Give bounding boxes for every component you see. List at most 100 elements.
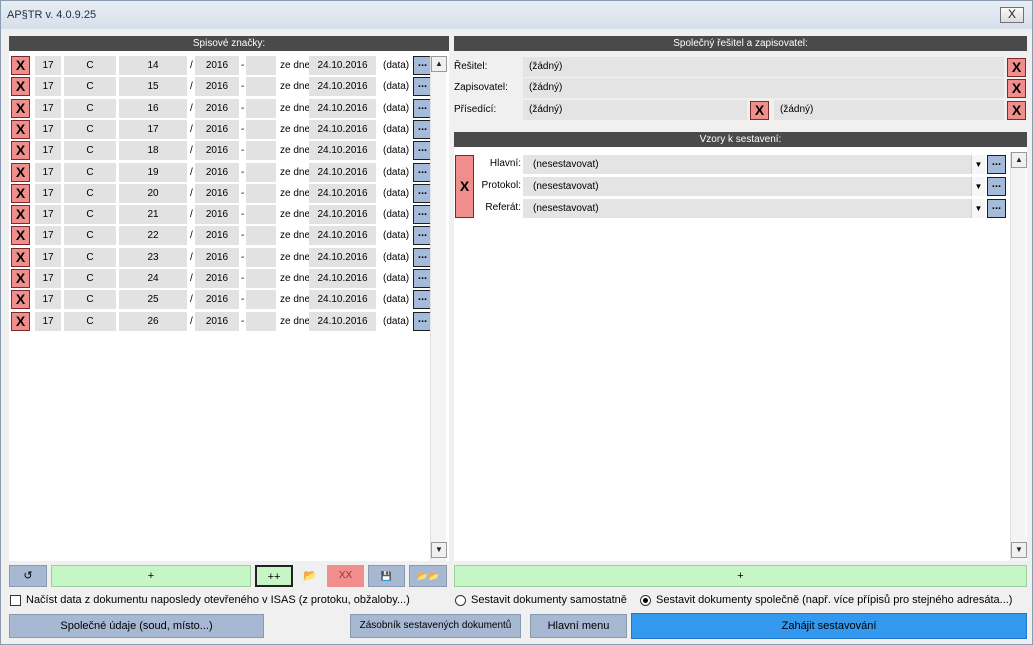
resitel-field[interactable]: (žádný): [523, 57, 1004, 77]
date-field[interactable]: 24.10.2016: [309, 99, 376, 118]
number-field[interactable]: 20: [119, 184, 187, 203]
date-field[interactable]: 24.10.2016: [309, 120, 376, 139]
senate-field[interactable]: 17: [35, 120, 61, 139]
delete-row-button[interactable]: X: [11, 269, 30, 288]
delete-row-button[interactable]: X: [11, 77, 30, 96]
refresh-button[interactable]: ↺: [9, 565, 47, 587]
scroll-down-icon[interactable]: ▼: [431, 542, 447, 558]
scroll-up-icon[interactable]: ▲: [431, 56, 447, 72]
extra-field[interactable]: [246, 184, 276, 203]
extra-field[interactable]: [246, 99, 276, 118]
scroll-up-icon[interactable]: ▲: [1011, 152, 1027, 168]
referat-more-button[interactable]: ...: [987, 199, 1006, 218]
add-multiple-button[interactable]: ++: [255, 565, 293, 587]
number-field[interactable]: 18: [119, 141, 187, 160]
senate-field[interactable]: 17: [35, 141, 61, 160]
add-case-button[interactable]: +: [51, 565, 251, 587]
date-field[interactable]: 24.10.2016: [309, 163, 376, 182]
extra-field[interactable]: [246, 269, 276, 288]
register-field[interactable]: C: [64, 312, 116, 331]
extra-field[interactable]: [246, 77, 276, 96]
scroll-down-icon[interactable]: ▼: [1011, 542, 1027, 558]
referat-select[interactable]: (nesestavovat) ▼: [523, 199, 985, 218]
register-field[interactable]: C: [64, 141, 116, 160]
senate-field[interactable]: 17: [35, 312, 61, 331]
senate-field[interactable]: 17: [35, 205, 61, 224]
delete-row-button[interactable]: X: [11, 290, 30, 309]
year-field[interactable]: 2016: [195, 163, 239, 182]
date-field[interactable]: 24.10.2016: [309, 141, 376, 160]
senate-field[interactable]: 17: [35, 248, 61, 267]
clear-resitel-button[interactable]: X: [1007, 58, 1026, 77]
senate-field[interactable]: 17: [35, 226, 61, 245]
number-field[interactable]: 26: [119, 312, 187, 331]
delete-row-button[interactable]: X: [11, 205, 30, 224]
templates-scrollbar[interactable]: ▲ ▼: [1010, 152, 1027, 561]
extra-field[interactable]: [246, 56, 276, 75]
number-field[interactable]: 17: [119, 120, 187, 139]
delete-row-button[interactable]: X: [11, 248, 30, 267]
main-menu-button[interactable]: Hlavní menu: [530, 614, 627, 638]
register-field[interactable]: C: [64, 269, 116, 288]
delete-row-button[interactable]: X: [11, 226, 30, 245]
date-field[interactable]: 24.10.2016: [309, 56, 376, 75]
delete-row-button[interactable]: X: [11, 99, 30, 118]
senate-field[interactable]: 17: [35, 77, 61, 96]
register-field[interactable]: C: [64, 248, 116, 267]
year-field[interactable]: 2016: [195, 141, 239, 160]
prisedici-field-2[interactable]: (žádný): [774, 100, 1004, 120]
chevron-down-icon[interactable]: ▼: [971, 177, 985, 196]
clear-prisedici-2-button[interactable]: X: [1007, 101, 1026, 120]
date-field[interactable]: 24.10.2016: [309, 77, 376, 96]
date-field[interactable]: 24.10.2016: [309, 269, 376, 288]
clear-prisedici-1-button[interactable]: X: [750, 101, 769, 120]
number-field[interactable]: 25: [119, 290, 187, 309]
year-field[interactable]: 2016: [195, 226, 239, 245]
delete-row-button[interactable]: X: [11, 56, 30, 75]
common-data-button[interactable]: Společné údaje (soud, místo...): [9, 614, 264, 638]
extra-field[interactable]: [246, 163, 276, 182]
year-field[interactable]: 2016: [195, 269, 239, 288]
date-field[interactable]: 24.10.2016: [309, 312, 376, 331]
number-field[interactable]: 14: [119, 56, 187, 75]
year-field[interactable]: 2016: [195, 312, 239, 331]
delete-row-button[interactable]: X: [11, 120, 30, 139]
date-field[interactable]: 24.10.2016: [309, 290, 376, 309]
extra-field[interactable]: [246, 205, 276, 224]
register-field[interactable]: C: [64, 205, 116, 224]
prisedici-field-1[interactable]: (žádný): [523, 100, 747, 120]
open-folder-icon[interactable]: 📂: [297, 565, 323, 587]
start-button[interactable]: Zahájit sestavování: [631, 613, 1027, 639]
delete-row-button[interactable]: X: [11, 312, 30, 331]
senate-field[interactable]: 17: [35, 184, 61, 203]
case-list-scrollbar[interactable]: ▲ ▼: [430, 56, 447, 561]
storage-button[interactable]: Zásobník sestavených dokumentů: [350, 614, 521, 638]
year-field[interactable]: 2016: [195, 120, 239, 139]
extra-field[interactable]: [246, 248, 276, 267]
protokol-more-button[interactable]: ...: [987, 177, 1006, 196]
date-field[interactable]: 24.10.2016: [309, 184, 376, 203]
year-field[interactable]: 2016: [195, 205, 239, 224]
date-field[interactable]: 24.10.2016: [309, 248, 376, 267]
clear-zapisovatel-button[interactable]: X: [1007, 79, 1026, 98]
zapisovatel-field[interactable]: (žádný): [523, 78, 1004, 98]
load-isas-checkbox[interactable]: [10, 595, 21, 606]
number-field[interactable]: 23: [119, 248, 187, 267]
add-template-button[interactable]: +: [454, 565, 1027, 587]
year-field[interactable]: 2016: [195, 184, 239, 203]
extra-field[interactable]: [246, 120, 276, 139]
radio-together[interactable]: [640, 595, 651, 606]
register-field[interactable]: C: [64, 77, 116, 96]
senate-field[interactable]: 17: [35, 163, 61, 182]
radio-separately[interactable]: [455, 595, 466, 606]
hlavni-more-button[interactable]: ...: [987, 155, 1006, 174]
open-multiple-icon[interactable]: 📂📂: [409, 565, 447, 587]
register-field[interactable]: C: [64, 163, 116, 182]
register-field[interactable]: C: [64, 120, 116, 139]
number-field[interactable]: 24: [119, 269, 187, 288]
protokol-select[interactable]: (nesestavovat) ▼: [523, 177, 985, 196]
number-field[interactable]: 22: [119, 226, 187, 245]
clear-templates-button[interactable]: X: [455, 155, 474, 218]
register-field[interactable]: C: [64, 184, 116, 203]
number-field[interactable]: 15: [119, 77, 187, 96]
